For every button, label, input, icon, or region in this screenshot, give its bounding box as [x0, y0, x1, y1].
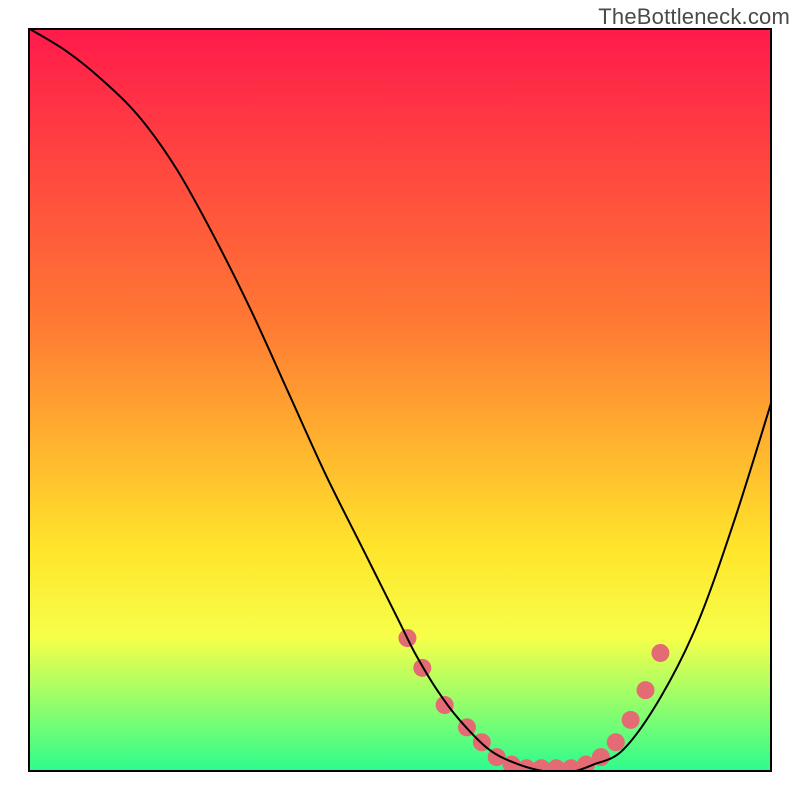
- highlight-dot: [622, 711, 640, 729]
- plot-area: [28, 28, 772, 772]
- chart-svg: [28, 28, 772, 772]
- highlight-dot: [651, 644, 669, 662]
- watermark-label: TheBottleneck.com: [598, 4, 790, 30]
- highlight-dot: [436, 696, 454, 714]
- highlight-dot: [637, 681, 655, 699]
- chart-root: TheBottleneck.com: [0, 0, 800, 800]
- highlight-dot: [607, 733, 625, 751]
